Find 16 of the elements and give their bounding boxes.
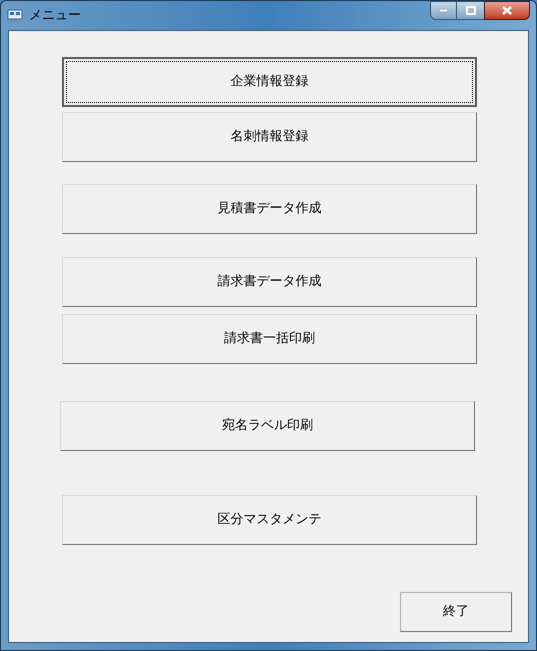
maximize-icon [466,6,476,15]
exit-button[interactable]: 終了 [400,592,512,632]
window-title: メニュー [29,6,81,25]
app-icon [7,8,23,22]
minimize-button[interactable] [430,1,457,20]
menu-button[interactable]: 請求書一括印刷 [62,314,477,364]
menu-button[interactable]: 企業情報登録 [62,57,477,107]
menu-button[interactable]: 見積書データ作成 [62,184,477,234]
menu-button[interactable]: 名刺情報登録 [62,112,477,162]
close-icon [502,6,512,15]
close-button[interactable] [484,1,530,20]
maximize-button[interactable] [457,1,484,20]
menu-button[interactable]: 区分マスタメンテ [62,495,477,545]
menu-button[interactable]: 請求書データ作成 [62,257,477,307]
menu-button[interactable]: 宛名ラベル印刷 [60,401,475,451]
minimize-icon [439,9,448,12]
